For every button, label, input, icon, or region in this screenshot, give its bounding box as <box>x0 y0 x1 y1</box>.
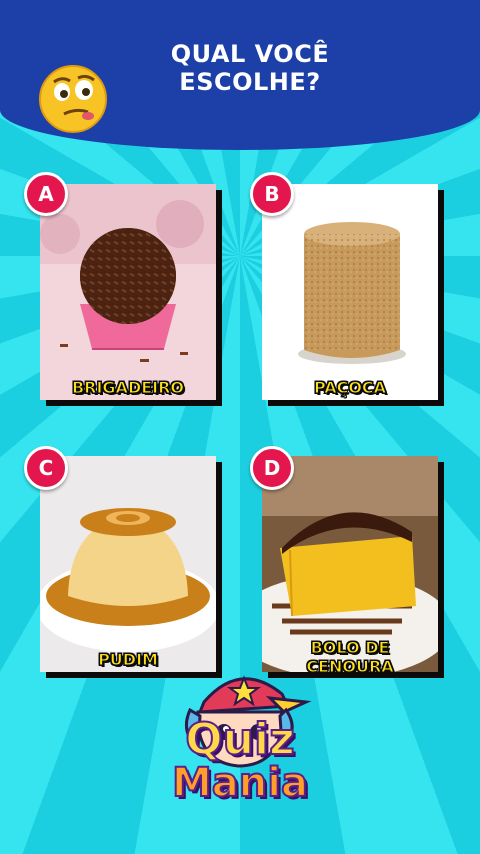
option-a-label: BRIGADEIRO <box>71 378 185 398</box>
option-card-a[interactable]: BRIGADEIRO <box>40 184 216 400</box>
option-d-badge: D <box>250 446 294 490</box>
pacoca-image <box>262 184 438 400</box>
logo-line-1: Quiz <box>184 714 295 765</box>
option-card-c[interactable]: PUDIM <box>40 456 216 672</box>
option-c-badge: C <box>24 446 68 490</box>
title-line-1: QUAL VOCÊ <box>170 40 330 68</box>
thinking-face-emoji-icon <box>39 65 107 133</box>
title-line-2: ESCOLHE? <box>179 68 321 96</box>
option-c-label: PUDIM <box>98 650 159 670</box>
option-card-d[interactable]: BOLO DE CENOURA <box>262 456 438 672</box>
option-card-b[interactable]: PAÇOCA <box>262 184 438 400</box>
quiz-mania-logo: Quiz Mania <box>150 714 330 806</box>
option-d-label-line-2: CENOURA <box>306 657 394 673</box>
option-a-badge: A <box>24 172 68 216</box>
brigadeiro-image <box>40 184 216 400</box>
option-b-label: PAÇOCA <box>313 378 387 398</box>
pudim-image <box>40 456 216 672</box>
option-d-label-line-1: BOLO DE <box>310 638 390 658</box>
option-b-badge: B <box>250 172 294 216</box>
page-title: QUAL VOCÊ ESCOLHE? <box>130 40 370 96</box>
option-d-label: BOLO DE CENOURA <box>262 638 438 673</box>
logo-line-2: Mania <box>171 760 309 806</box>
